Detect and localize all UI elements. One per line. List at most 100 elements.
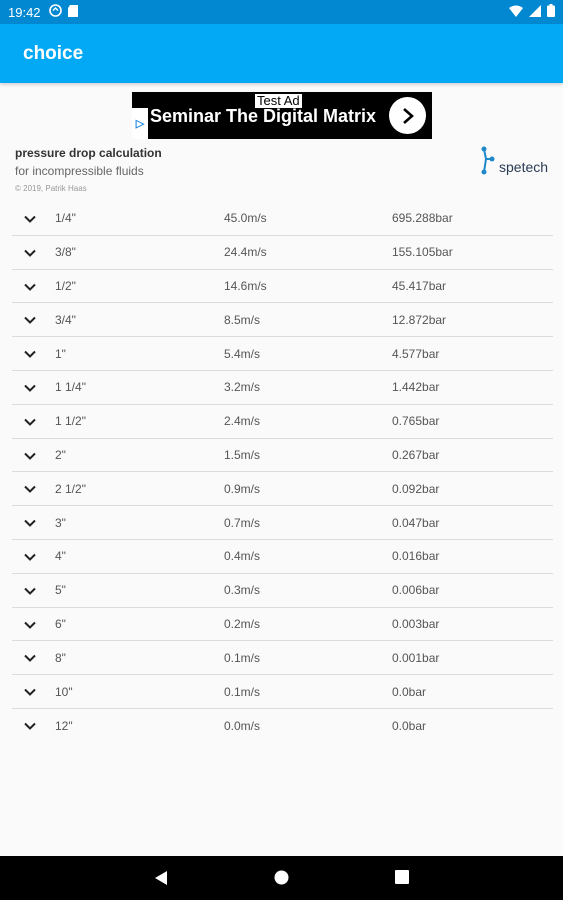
flow-velocity: 14.6m/s: [224, 278, 267, 293]
chevron-down-icon[interactable]: [24, 720, 36, 732]
flow-velocity: 3.2m/s: [224, 380, 261, 395]
chevron-down-icon[interactable]: [24, 652, 36, 664]
ad-test-label: Test Ad: [255, 93, 302, 108]
table-row[interactable]: 2 1/2" 0.9m/s 0.092bar: [12, 472, 553, 507]
pressure-drop: 0.765bar: [392, 414, 440, 429]
chevron-down-icon[interactable]: [24, 551, 36, 563]
table-row[interactable]: 1 1/4" 3.2m/s 1.442bar: [12, 371, 553, 405]
header-copyright: © 2019, Patrik Haas: [15, 184, 87, 193]
pipe-size: 4": [55, 549, 66, 564]
ad-headline[interactable]: Seminar The Digital Matrix: [150, 106, 376, 127]
flow-velocity: 0.1m/s: [224, 684, 261, 699]
pressure-drop: 0.267bar: [392, 447, 440, 462]
chevron-down-icon[interactable]: [24, 585, 36, 597]
pressure-drop: 0.047bar: [392, 515, 440, 530]
signal-icon: [529, 4, 541, 20]
home-button[interactable]: [274, 870, 289, 890]
flow-velocity: 0.7m/s: [224, 515, 261, 530]
spetech-logo: spetech: [480, 144, 552, 178]
table-row[interactable]: 1/2" 14.6m/s 45.417bar: [12, 270, 553, 304]
pipe-size: 1": [55, 346, 66, 361]
chevron-down-icon[interactable]: [24, 517, 36, 529]
pressure-drop: 45.417bar: [392, 278, 447, 293]
table-row[interactable]: 8" 0.1m/s 0.001bar: [12, 641, 553, 676]
chevron-down-icon[interactable]: [24, 382, 36, 394]
chevron-down-icon[interactable]: [24, 247, 36, 259]
table-row[interactable]: 12" 0.0m/s 0.0bar: [12, 709, 553, 743]
flow-velocity: 24.4m/s: [224, 245, 267, 260]
pressure-drop: 4.577bar: [392, 346, 440, 361]
chevron-down-icon[interactable]: [24, 416, 36, 428]
header-title: pressure drop calculation: [15, 146, 162, 160]
flow-velocity: 0.0m/s: [224, 718, 261, 733]
logo-mark-icon: [481, 146, 495, 175]
flow-velocity: 0.9m/s: [224, 481, 261, 496]
pressure-drop: 0.0bar: [392, 684, 427, 699]
ad-banner[interactable]: ▷ Seminar The Digital Matrix Test Ad: [132, 92, 432, 139]
flow-velocity: 45.0m/s: [224, 211, 267, 226]
status-time: 19:42: [8, 4, 41, 20]
app-title: choice: [23, 42, 84, 64]
chevron-down-icon[interactable]: [24, 619, 36, 631]
pressure-drop: 0.003bar: [392, 616, 440, 631]
recents-button[interactable]: [395, 870, 409, 889]
adchoices-icon[interactable]: ▷: [132, 108, 148, 139]
wifi-icon: [509, 5, 523, 20]
flow-velocity: 0.1m/s: [224, 650, 261, 665]
table-row[interactable]: 1" 5.4m/s 4.577bar: [12, 337, 553, 371]
sync-icon: [48, 4, 62, 20]
table-row[interactable]: 5" 0.3m/s 0.006bar: [12, 574, 553, 608]
flow-velocity: 2.4m/s: [224, 414, 261, 429]
chevron-down-icon[interactable]: [24, 483, 36, 495]
chevron-down-icon[interactable]: [24, 314, 36, 326]
table-row[interactable]: 1 1/2" 2.4m/s 0.765bar: [12, 405, 553, 439]
pressure-drop: 1.442bar: [392, 380, 440, 395]
table-row[interactable]: 1/4" 45.0m/s 695.288bar: [12, 202, 553, 236]
pipe-size: 1/4": [55, 211, 76, 226]
header-subtitle: for incompressible fluids: [15, 164, 144, 178]
chevron-down-icon[interactable]: [24, 686, 36, 698]
pipe-size: 3/8": [55, 245, 76, 260]
table-row[interactable]: 3/8" 24.4m/s 155.105bar: [12, 236, 553, 270]
chevron-down-icon[interactable]: [24, 213, 36, 225]
pipe-size: 12": [55, 718, 73, 733]
chevron-down-icon[interactable]: [24, 281, 36, 293]
sd-card-icon: [67, 4, 78, 20]
pressure-drop: 0.001bar: [392, 650, 440, 665]
pipe-size: 3/4": [55, 312, 76, 327]
pipe-size: 2 1/2": [55, 481, 86, 496]
table-row[interactable]: 2" 1.5m/s 0.267bar: [12, 439, 553, 473]
flow-velocity: 0.3m/s: [224, 583, 261, 598]
chevron-down-icon[interactable]: [24, 348, 36, 360]
home-icon: [274, 870, 289, 885]
back-icon: [155, 871, 167, 885]
table-row[interactable]: 3/4" 8.5m/s 12.872bar: [12, 303, 553, 338]
header-text: pressure drop calculation for incompress…: [15, 146, 162, 193]
pipe-size: 1 1/2": [55, 414, 86, 429]
pipe-size: 1 1/4": [55, 380, 86, 395]
pipe-size: 10": [55, 684, 73, 699]
flow-velocity: 0.4m/s: [224, 549, 261, 564]
pressure-drop: 155.105bar: [392, 245, 453, 260]
table-row[interactable]: 3" 0.7m/s 0.047bar: [12, 506, 553, 540]
back-button[interactable]: [154, 870, 168, 891]
flow-velocity: 5.4m/s: [224, 346, 261, 361]
logo-text: spetech: [499, 159, 549, 175]
table-row[interactable]: 6" 0.2m/s 0.003bar: [12, 608, 553, 642]
table-row[interactable]: 4" 0.4m/s 0.016bar: [12, 540, 553, 574]
chevron-right-icon: [402, 107, 414, 124]
flow-velocity: 8.5m/s: [224, 312, 261, 327]
pipe-size: 1/2": [55, 278, 76, 293]
app-bar: choice: [0, 24, 563, 83]
table-row[interactable]: 10" 0.1m/s 0.0bar: [12, 675, 553, 709]
pipe-size: 3": [55, 515, 66, 530]
nav-bar: [0, 856, 563, 900]
ad-arrow-button[interactable]: [389, 97, 426, 134]
pressure-drop: 0.0bar: [392, 718, 427, 733]
pressure-drop: 695.288bar: [392, 211, 453, 226]
recents-icon: [395, 870, 409, 884]
pressure-drop: 12.872bar: [392, 312, 447, 327]
pipe-size: 8": [55, 650, 66, 665]
chevron-down-icon[interactable]: [24, 450, 36, 462]
pipe-size: 6": [55, 616, 66, 631]
